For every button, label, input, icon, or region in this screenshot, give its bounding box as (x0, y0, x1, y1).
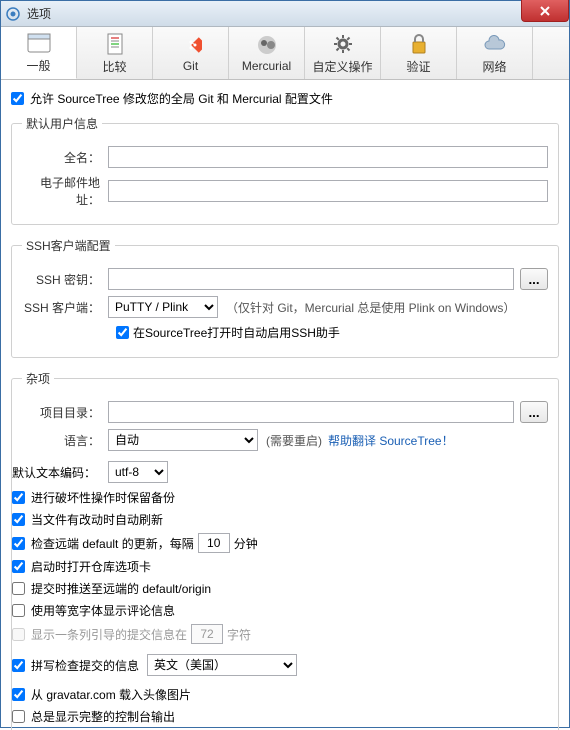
ruler-input (191, 624, 223, 644)
project-dir-browse-button[interactable]: ... (520, 401, 548, 423)
ruler-pre: 显示一条列引导的提交信息在 (31, 626, 187, 643)
content-area: 允许 SourceTree 修改您的全局 Git 和 Mercurial 配置文… (1, 80, 569, 730)
tab-general[interactable]: 一般 (1, 27, 77, 79)
push-default-label: 提交时推送至远端的 default/origin (31, 580, 211, 597)
tab-compare[interactable]: 比较 (77, 27, 153, 79)
spellcheck-checkbox[interactable] (12, 659, 25, 672)
tab-custom[interactable]: 自定义操作 (305, 27, 381, 79)
encoding-label: 默认文本编码： (12, 464, 108, 481)
project-dir-input[interactable] (108, 401, 514, 423)
fullname-label: 全名： (22, 149, 108, 166)
ssh-legend: SSH客户端配置 (22, 237, 115, 254)
check-remote-post: 分钟 (234, 535, 258, 552)
ssh-client-select[interactable]: PuTTY / Plink (108, 296, 218, 318)
backup-label: 进行破坏性操作时保留备份 (31, 489, 175, 506)
monospace-label: 使用等宽字体显示评论信息 (31, 602, 175, 619)
allow-modify-checkbox[interactable] (11, 92, 24, 105)
cloud-icon (483, 32, 507, 56)
tab-network[interactable]: 网络 (457, 27, 533, 79)
check-remote-pre: 检查远端 default 的更新，每隔 (31, 535, 194, 552)
backup-checkbox[interactable] (12, 491, 25, 504)
user-info-legend: 默认用户信息 (22, 115, 102, 132)
check-remote-input[interactable] (198, 533, 230, 553)
email-input[interactable] (108, 180, 548, 202)
misc-legend: 杂项 (22, 370, 54, 387)
ruler-checkbox (12, 628, 25, 641)
restart-hint: (需要重启) (266, 432, 322, 449)
ssh-key-input[interactable] (108, 268, 514, 290)
ssh-autostart-checkbox[interactable] (116, 326, 129, 339)
tab-bar: 一般 比较 Git Mercurial 自定义操作 验证 网络 (1, 27, 569, 80)
document-icon (103, 32, 127, 56)
gravatar-label: 从 gravatar.com 载入头像图片 (31, 686, 191, 703)
full-console-label: 总是显示完整的控制台输出 (31, 708, 175, 725)
ssh-hint: （仅针对 Git，Mercurial 总是使用 Plink on Windows… (226, 299, 515, 316)
open-repo-tab-label: 启动时打开仓库选项卡 (31, 558, 151, 575)
allow-modify-label: 允许 SourceTree 修改您的全局 Git 和 Mercurial 配置文… (30, 90, 333, 107)
window-icon (27, 31, 51, 55)
tab-mercurial[interactable]: Mercurial (229, 27, 305, 79)
full-console-checkbox[interactable] (12, 710, 25, 723)
gravatar-checkbox[interactable] (12, 688, 25, 701)
ssh-group: SSH客户端配置 SSH 密钥： ... SSH 客户端： PuTTY / Pl… (11, 237, 559, 358)
gear-icon (331, 32, 355, 56)
window-title: 选项 (27, 5, 51, 22)
push-default-checkbox[interactable] (12, 582, 25, 595)
autorefresh-label: 当文件有改动时自动刷新 (31, 511, 163, 528)
spellcheck-lang-select[interactable]: 英文（美国） (147, 654, 297, 676)
autorefresh-checkbox[interactable] (12, 513, 25, 526)
ssh-autostart-label: 在SourceTree打开时自动启用SSH助手 (133, 324, 340, 341)
app-icon (5, 6, 21, 22)
translate-link[interactable]: 帮助翻译 SourceTree！ (328, 432, 454, 449)
lock-icon (407, 32, 431, 56)
ssh-client-label: SSH 客户端： (22, 299, 108, 316)
monospace-checkbox[interactable] (12, 604, 25, 617)
ssh-key-browse-button[interactable]: ... (520, 268, 548, 290)
misc-group: 杂项 项目目录： ... 语言： 自动 (需要重启) 帮助翻译 SourceTr… (11, 370, 559, 730)
user-info-group: 默认用户信息 全名： 电子邮件地址： (11, 115, 559, 225)
lang-select[interactable]: 自动 (108, 429, 258, 451)
git-icon (179, 33, 203, 57)
mercurial-icon (255, 33, 279, 57)
ruler-post: 字符 (227, 626, 251, 643)
window-titlebar: 选项 (1, 1, 569, 27)
ssh-key-label: SSH 密钥： (22, 271, 108, 288)
fullname-input[interactable] (108, 146, 548, 168)
lang-label: 语言： (22, 432, 108, 449)
email-label: 电子邮件地址： (22, 174, 108, 208)
encoding-select[interactable]: utf-8 (108, 461, 168, 483)
close-button[interactable] (521, 0, 569, 22)
check-remote-checkbox[interactable] (12, 537, 25, 550)
spellcheck-label: 拼写检查提交的信息 (31, 657, 139, 674)
tab-git[interactable]: Git (153, 27, 229, 79)
tab-auth[interactable]: 验证 (381, 27, 457, 79)
open-repo-tab-checkbox[interactable] (12, 560, 25, 573)
project-dir-label: 项目目录： (22, 404, 108, 421)
